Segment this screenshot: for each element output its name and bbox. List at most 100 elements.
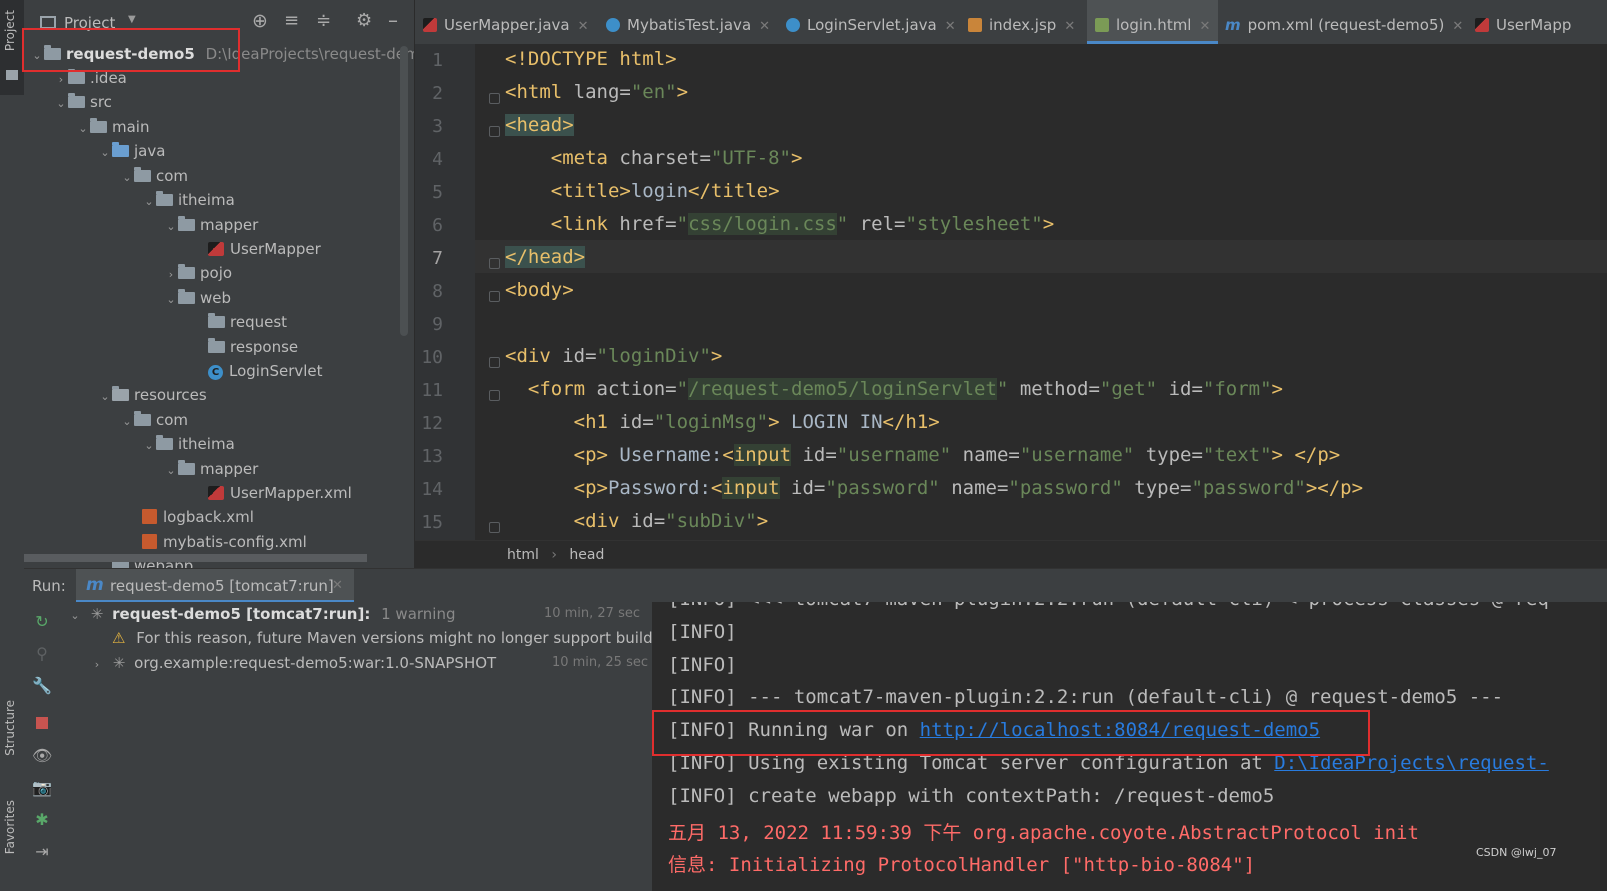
project-scrollbar[interactable] <box>400 46 408 336</box>
tree-item-resources[interactable]: ⌄ resources <box>98 383 207 407</box>
expand-all-icon[interactable]: ≡ <box>284 10 299 31</box>
exit-icon[interactable]: ⇥ <box>32 842 52 862</box>
toggle-icon[interactable]: ⚲ <box>32 644 52 664</box>
tree-item-label: main <box>112 118 150 136</box>
chevron-down-icon[interactable]: ⌄ <box>54 92 68 116</box>
tree-item-logback-xml[interactable]: logback.xml <box>142 505 254 529</box>
chevron-down-icon[interactable]: ▼ <box>128 14 136 25</box>
structure-tool-label[interactable]: Structure <box>3 700 17 756</box>
collapse-all-icon[interactable]: ≑ <box>316 10 331 31</box>
line-number: 7 <box>432 248 443 269</box>
run-label: Run: <box>32 577 66 595</box>
run-tree-row-root[interactable]: ⌄ ✳ request-demo5 [tomcat7:run]: 1 warni… <box>68 602 648 626</box>
source-folder-icon <box>112 142 129 157</box>
chevron-right-icon[interactable]: › <box>164 263 178 287</box>
jsp-file-icon <box>968 18 982 32</box>
tab-index-jsp[interactable]: index.jsp ✕ <box>968 0 1075 44</box>
tree-item-mapper[interactable]: ⌄ mapper <box>164 457 258 481</box>
tree-item-itheima[interactable]: ⌄ itheima <box>142 188 235 212</box>
tree-item-web[interactable]: ⌄ web <box>164 286 231 310</box>
tree-item-mapper[interactable]: ⌄ mapper <box>164 213 258 237</box>
breadcrumb-separator: › <box>551 547 557 563</box>
tree-item-itheima[interactable]: ⌄ itheima <box>142 432 235 456</box>
code-editor[interactable]: 1 2 3 4 5 6 7 8 9 10 11 12 13 14 15 <!DOCTYPE html> <ht… <box>415 44 1607 540</box>
stop-icon[interactable] <box>32 714 52 734</box>
tab-login-html[interactable]: login.html ✕ <box>1087 0 1219 44</box>
chevron-down-icon[interactable]: ⌄ <box>142 190 156 214</box>
wrench-icon[interactable]: 🔧 <box>32 676 52 696</box>
editor-tab-bar: UserMapper.java ✕ MybatisTest.java ✕ Login… <box>415 0 1607 45</box>
folder-icon <box>178 460 195 475</box>
tree-item-response[interactable]: response <box>208 335 298 359</box>
fold-marker-icon[interactable] <box>489 357 500 368</box>
fold-marker-icon[interactable] <box>489 126 500 137</box>
package-icon <box>208 338 225 353</box>
chevron-down-icon[interactable]: ⌄ <box>98 385 112 409</box>
run-tree-row-artifact[interactable]: › ✳ org.example:request-demo5:war:1.0-SN… <box>90 651 648 675</box>
camera-icon[interactable]: 📷 <box>32 778 52 798</box>
chevron-down-icon[interactable]: ⌄ <box>68 604 82 628</box>
fold-marker-icon[interactable] <box>489 522 500 533</box>
locate-file-icon[interactable]: ⊕ <box>252 10 268 32</box>
tree-item-label: logback.xml <box>163 508 254 526</box>
close-icon[interactable]: ✕ <box>1452 19 1463 34</box>
chevron-down-icon[interactable]: ⌄ <box>120 166 134 190</box>
tree-item-com[interactable]: ⌄ com <box>120 164 188 188</box>
line-number: 12 <box>421 413 443 434</box>
line-number-gutter: 1 2 3 4 5 6 7 8 9 10 11 12 13 14 15 <box>415 44 475 540</box>
tree-item-loginservlet[interactable]: C LoginServlet <box>208 359 323 383</box>
rerun-icon[interactable]: ↻ <box>32 612 52 632</box>
close-icon[interactable]: ✕ <box>1064 19 1075 34</box>
fold-marker-icon[interactable] <box>489 93 500 104</box>
tree-item-pojo[interactable]: › pojo <box>164 261 232 285</box>
chevron-down-icon[interactable]: ⌄ <box>164 215 178 239</box>
eye-icon[interactable]: 👁 <box>32 746 52 766</box>
folder-icon <box>90 118 107 133</box>
tree-item-usermapper-xml[interactable]: UserMapper.xml <box>208 481 352 505</box>
gear-icon[interactable]: ⚙ <box>356 10 372 31</box>
close-icon[interactable]: ✕ <box>945 19 956 34</box>
tree-item-request[interactable]: request <box>208 310 287 334</box>
annotation-box-project-root <box>22 28 240 72</box>
chevron-right-icon[interactable]: › <box>90 653 104 677</box>
chevron-down-icon[interactable]: ⌄ <box>142 434 156 458</box>
close-icon[interactable]: ✕ <box>1199 19 1210 34</box>
tab-usermapper-java[interactable]: UserMapper.java ✕ <box>423 0 589 44</box>
line-number: 15 <box>421 512 443 533</box>
fold-marker-icon[interactable] <box>489 258 500 269</box>
tree-item-usermapper[interactable]: UserMapper <box>208 237 321 261</box>
project-horizontal-scrollbar[interactable] <box>24 554 367 562</box>
tree-item-com[interactable]: ⌄ com <box>120 408 188 432</box>
close-icon[interactable]: ✕ <box>332 578 343 593</box>
tree-item-java[interactable]: ⌄ java <box>98 139 165 163</box>
run-tree-row-warning[interactable]: ⚠ For this reason, future Maven versions… <box>112 626 652 650</box>
tree-item-label: java <box>134 142 166 160</box>
tab-usermapper[interactable]: UserMapp <box>1475 0 1571 44</box>
fold-marker-icon[interactable] <box>489 390 500 401</box>
chevron-down-icon[interactable]: ⌄ <box>164 288 178 312</box>
tree-item-mybatis-config-xml[interactable]: mybatis-config.xml <box>142 530 307 554</box>
tab-loginservlet-java[interactable]: LoginServlet.java ✕ <box>786 0 956 44</box>
tree-item-src[interactable]: ⌄ src <box>54 90 112 114</box>
breadcrumb-item-head[interactable]: head <box>569 547 604 563</box>
tree-item-main[interactable]: ⌄ main <box>76 115 149 139</box>
chevron-down-icon[interactable]: ⌄ <box>76 117 90 141</box>
tab-pom-xml[interactable]: m pom.xml (request-demo5) ✕ <box>1225 0 1463 44</box>
close-icon[interactable]: ✕ <box>759 19 770 34</box>
tab-label: index.jsp <box>989 16 1057 34</box>
chevron-down-icon[interactable]: ⌄ <box>120 410 134 434</box>
close-icon[interactable]: ✕ <box>578 19 589 34</box>
fold-marker-icon[interactable] <box>489 291 500 302</box>
favorites-tool-label[interactable]: Favorites <box>3 800 17 854</box>
chevron-down-icon[interactable]: ⌄ <box>98 141 112 165</box>
project-tool-label[interactable]: Project <box>3 10 17 51</box>
hide-panel-icon[interactable]: – <box>388 8 398 32</box>
console-line: [INFO] <<< tomcat7-maven-plugin:2.2:run … <box>668 602 1549 610</box>
maven-icon: m <box>86 575 104 595</box>
tab-mybatistest-java[interactable]: MybatisTest.java ✕ <box>606 0 770 44</box>
bug-icon[interactable]: ✱ <box>32 810 52 830</box>
run-tab[interactable]: m request-demo5 [tomcat7:run] ✕ <box>76 569 354 603</box>
breadcrumb-item-html[interactable]: html <box>507 547 539 563</box>
java-class-icon <box>606 18 620 32</box>
chevron-down-icon[interactable]: ⌄ <box>164 459 178 483</box>
